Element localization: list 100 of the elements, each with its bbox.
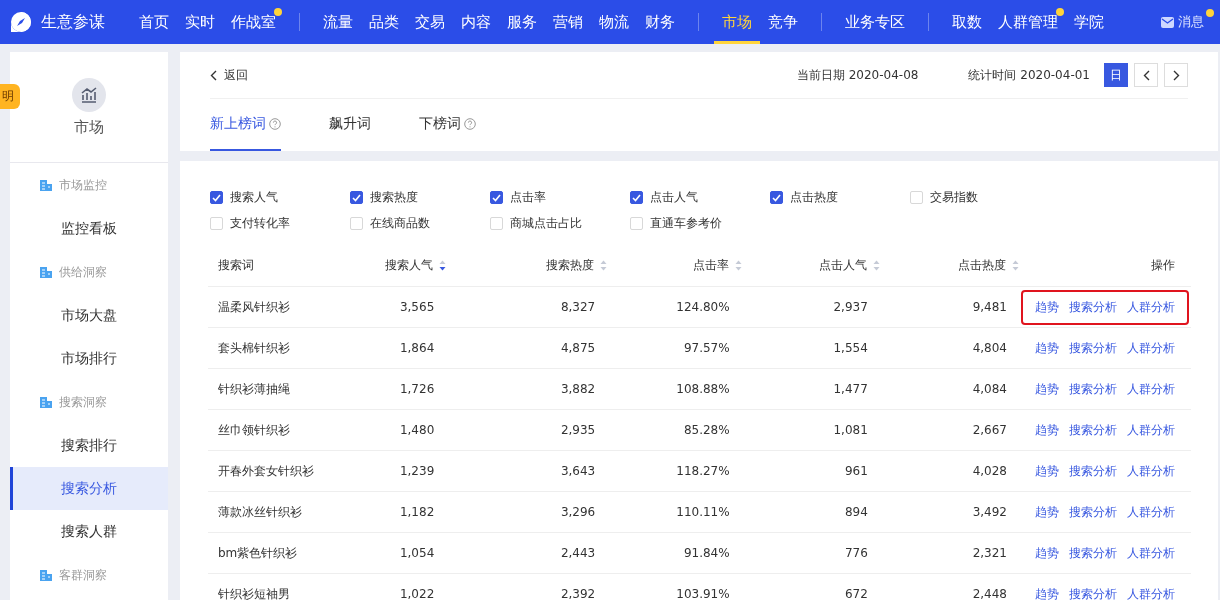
table-cell: 2,935 — [560, 423, 596, 437]
table-cell: 108.88% — [676, 382, 730, 396]
nav-tab[interactable]: 学院 — [1066, 0, 1112, 44]
action-link[interactable]: 趋势 — [1035, 503, 1059, 521]
period-button[interactable]: 日 — [1104, 63, 1128, 87]
previous-button[interactable] — [1134, 63, 1158, 87]
action-link[interactable]: 搜索分析 — [1069, 503, 1117, 521]
table-cell: 1,864 — [399, 341, 435, 355]
action-link[interactable]: 趋势 — [1035, 298, 1059, 316]
sidebar-item[interactable]: 搜索分析 — [10, 467, 168, 510]
metric-checkbox[interactable]: 商城点击占比 — [490, 215, 630, 232]
action-link[interactable]: 人群分析 — [1127, 298, 1175, 316]
tab[interactable]: 飙升词 — [329, 99, 371, 151]
nav-tab[interactable]: 市场 — [714, 0, 760, 44]
checkmark-icon — [772, 193, 781, 202]
nav-tab[interactable]: 首页 — [131, 0, 177, 44]
nav-tab[interactable]: 作战室 — [223, 0, 284, 44]
table-cell: 118.27% — [676, 464, 730, 478]
nav-tab[interactable]: 实时 — [177, 0, 223, 44]
metric-checkbox[interactable]: 点击率 — [490, 189, 630, 206]
tab[interactable]: 下榜词 — [419, 99, 476, 151]
metric-checkbox[interactable]: 交易指数 — [910, 189, 1050, 206]
action-link[interactable]: 人群分析 — [1127, 462, 1175, 480]
action-link[interactable]: 搜索分析 — [1069, 298, 1117, 316]
action-link[interactable]: 搜索分析 — [1069, 421, 1117, 439]
action-link[interactable]: 趋势 — [1035, 339, 1059, 357]
metric-checkbox[interactable]: 支付转化率 — [210, 215, 350, 232]
action-link[interactable]: 搜索分析 — [1069, 339, 1117, 357]
table-cell: 3,565 — [399, 300, 435, 314]
metric-checkbox[interactable]: 点击热度 — [770, 189, 910, 206]
nav-tab[interactable]: 物流 — [591, 0, 637, 44]
sidebar-item[interactable]: 搜索人群 — [10, 510, 168, 553]
action-link[interactable]: 人群分析 — [1127, 339, 1175, 357]
action-link[interactable]: 趋势 — [1035, 462, 1059, 480]
tab[interactable]: 新上榜词 — [210, 99, 281, 151]
table-cell: 1,480 — [399, 423, 435, 437]
sidebar-item[interactable]: 搜索排行 — [10, 424, 168, 467]
table-cell: 3,296 — [560, 505, 596, 519]
table-cell: 961 — [844, 464, 868, 478]
column-header[interactable]: 点击率 — [692, 256, 742, 274]
messages-link[interactable]: 消息 — [1161, 13, 1210, 31]
table-cell: 针织衫短袖男 — [218, 586, 290, 600]
nav-tab[interactable]: 营销 — [545, 0, 591, 44]
nav-tab[interactable]: 财务 — [637, 0, 683, 44]
table-cell: 薄款冰丝针织衫 — [218, 504, 302, 519]
table-cell: 温柔风针织衫 — [218, 299, 290, 314]
chevron-left-icon — [210, 69, 217, 81]
table-cell: 4,028 — [972, 464, 1007, 478]
action-link[interactable]: 人群分析 — [1127, 421, 1175, 439]
metric-checkbox[interactable]: 搜索人气 — [210, 189, 350, 206]
table-cell: 776 — [844, 546, 868, 560]
table-cell: 9,481 — [972, 300, 1007, 314]
nav-tab[interactable]: 取数 — [944, 0, 990, 44]
compass-logo-icon — [9, 10, 33, 34]
nav-tab[interactable]: 人群管理 — [990, 0, 1066, 44]
section-heading: 搜索洞察 — [59, 393, 107, 411]
action-link[interactable]: 人群分析 — [1127, 380, 1175, 398]
metric-checkbox[interactable]: 搜索热度 — [350, 189, 490, 206]
action-link[interactable]: 搜索分析 — [1069, 585, 1117, 600]
table-cell: 4,875 — [560, 341, 596, 355]
nav-tab[interactable]: 内容 — [453, 0, 499, 44]
checkmark-icon — [352, 193, 361, 202]
action-link[interactable]: 人群分析 — [1127, 503, 1175, 521]
metric-checkbox[interactable]: 直通车参考价 — [630, 215, 770, 232]
building-icon — [40, 179, 52, 191]
action-link[interactable]: 人群分析 — [1127, 544, 1175, 562]
column-header[interactable]: 搜索人气 — [385, 256, 447, 274]
action-link[interactable]: 人群分析 — [1127, 585, 1175, 600]
nav-tab[interactable]: 交易 — [407, 0, 453, 44]
action-link[interactable]: 搜索分析 — [1069, 462, 1117, 480]
nav-tab[interactable]: 服务 — [499, 0, 545, 44]
sidebar-item[interactable]: 监控看板 — [10, 207, 168, 250]
metric-checkbox[interactable]: 点击人气 — [630, 189, 770, 206]
building-icon — [40, 569, 52, 581]
table-cell: 2,321 — [972, 546, 1007, 560]
table-cell: 2,443 — [560, 546, 596, 560]
nav-tab[interactable]: 竞争 — [760, 0, 806, 44]
current-date: 当前日期 2020-04-08 — [796, 66, 919, 84]
column-header[interactable]: 搜索热度 — [546, 256, 608, 274]
back-link[interactable]: 返回 — [210, 66, 248, 84]
side-tag[interactable]: 明 — [0, 84, 20, 109]
brand-name: 生意参谋 — [41, 11, 105, 33]
action-link[interactable]: 搜索分析 — [1069, 544, 1117, 562]
nav-tab[interactable]: 业务专区 — [837, 0, 913, 44]
metric-checkbox[interactable]: 在线商品数 — [350, 215, 490, 232]
nav-tab[interactable]: 流量 — [315, 0, 361, 44]
action-link[interactable]: 趋势 — [1035, 544, 1059, 562]
section-heading: 供给洞察 — [59, 263, 107, 281]
sidebar-item[interactable]: 市场排行 — [10, 337, 168, 380]
next-button[interactable] — [1164, 63, 1188, 87]
action-link[interactable]: 搜索分析 — [1069, 380, 1117, 398]
checkmark-icon — [212, 193, 221, 202]
sidebar-item[interactable]: 市场大盘 — [10, 294, 168, 337]
action-link[interactable]: 趋势 — [1035, 585, 1059, 600]
table-cell: 2,667 — [972, 423, 1007, 437]
nav-tab[interactable]: 品类 — [361, 0, 407, 44]
action-link[interactable]: 趋势 — [1035, 380, 1059, 398]
action-link[interactable]: 趋势 — [1035, 421, 1059, 439]
column-header[interactable]: 点击人气 — [818, 256, 880, 274]
column-header[interactable]: 点击热度 — [958, 256, 1019, 274]
